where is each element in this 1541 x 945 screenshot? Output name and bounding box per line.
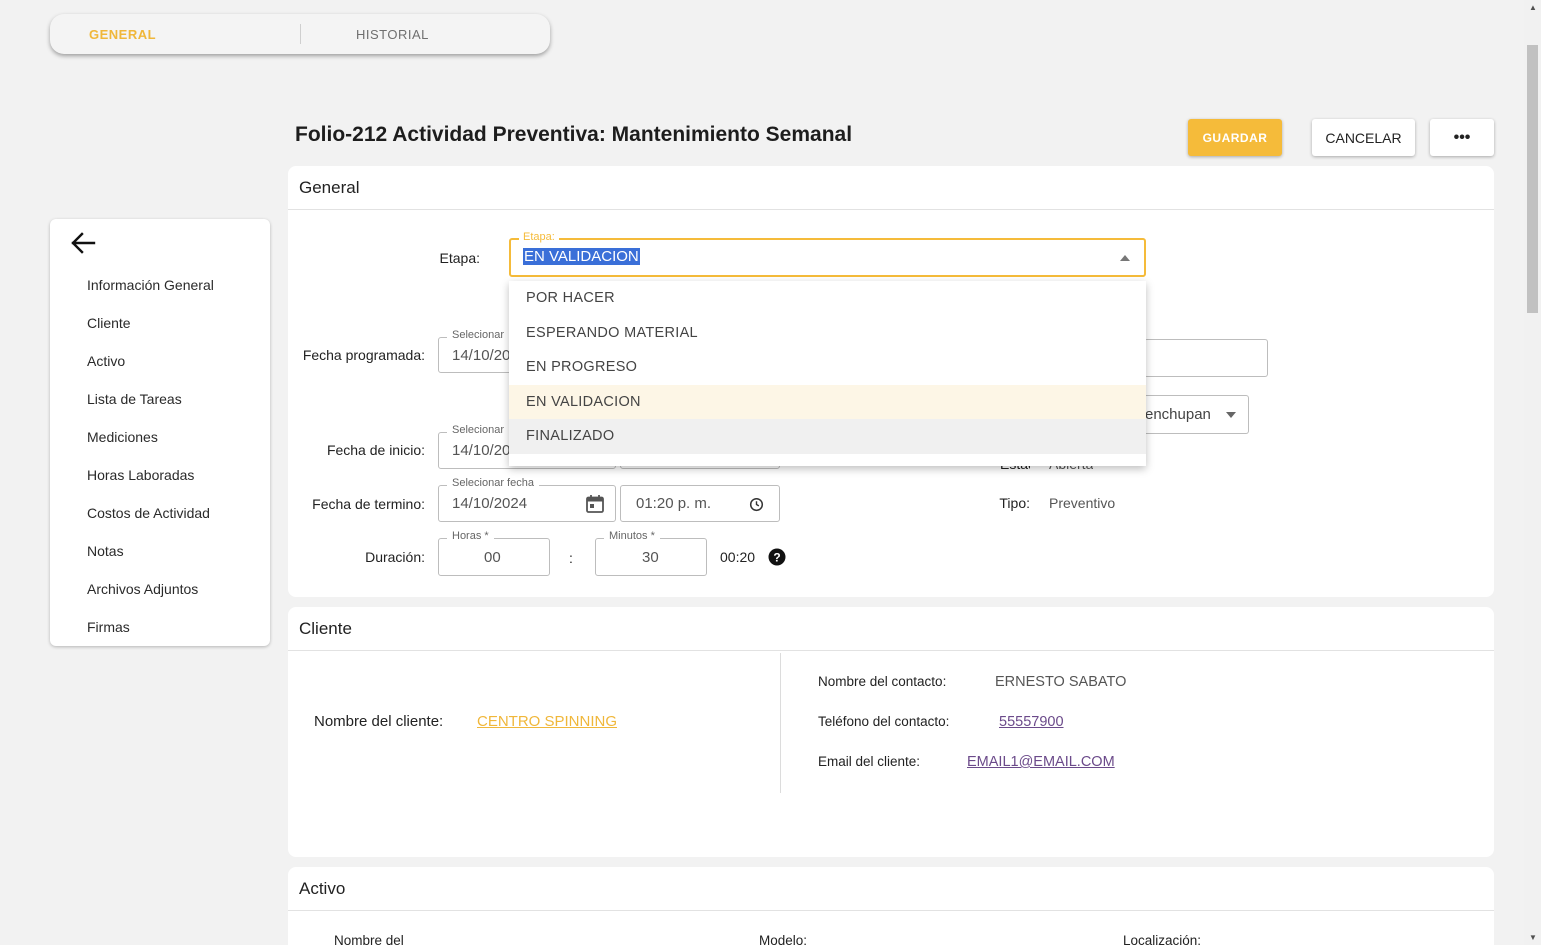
save-button[interactable]: GUARDAR <box>1188 119 1282 156</box>
svg-text:?: ? <box>773 551 780 565</box>
scroll-down-icon[interactable]: ▼ <box>1529 933 1537 942</box>
scroll-thumb[interactable] <box>1527 45 1538 313</box>
etapa-select[interactable]: Etapa: EN VALIDACION <box>509 231 1146 277</box>
fecha-inicio-label: Fecha de inicio: <box>326 442 425 458</box>
cliente-card: Cliente <box>288 607 1494 857</box>
duracion-total: 00:20 <box>720 549 756 565</box>
etapa-selected-value: EN VALIDACION <box>523 248 640 265</box>
contacto-label: Nombre del contacto: <box>818 674 947 689</box>
telefono-label: Teléfono del contacto: <box>818 714 950 729</box>
back-button[interactable] <box>70 231 96 255</box>
cancel-button[interactable]: CANCELAR <box>1312 119 1415 156</box>
cliente-card-title: Cliente <box>288 607 1494 651</box>
tipo-label: Tipo: <box>999 495 1030 511</box>
nav-item-lista-tareas[interactable]: Lista de Tareas <box>50 380 270 418</box>
responsable-value: enchupan <box>1145 406 1211 423</box>
cliente-nombre-link[interactable]: CENTRO SPINNING <box>477 713 617 730</box>
hora-termino-field[interactable]: 01:20 p. m. <box>620 485 780 522</box>
fecha-inicio-legend: Selecionar <box>447 424 509 436</box>
etapa-option-en-validacion[interactable]: EN VALIDACION <box>509 384 1146 419</box>
tab-historial[interactable]: HISTORIAL <box>300 24 550 44</box>
activo-card: Activo <box>288 867 1494 945</box>
activo-localizacion-label: Localización: <box>1123 933 1202 945</box>
caret-down-icon <box>1226 412 1236 418</box>
contacto-value: ERNESTO SABATO <box>995 674 1127 690</box>
tipo-value: Preventivo <box>1049 495 1116 511</box>
duracion-separator: : <box>569 550 573 566</box>
calendar-icon[interactable] <box>585 494 605 514</box>
nav-item-costos-actividad[interactable]: Costos de Actividad <box>50 494 270 532</box>
help-icon[interactable]: ? <box>768 548 786 566</box>
horas-value: 00 <box>484 549 501 566</box>
fecha-programada-legend: Selecionar <box>447 329 509 341</box>
responsable-field[interactable] <box>1144 339 1268 377</box>
nav-item-firmas[interactable]: Firmas <box>50 608 270 646</box>
page-title: Folio-212 Actividad Preventiva: Mantenim… <box>295 123 853 146</box>
nav-item-notas[interactable]: Notas <box>50 532 270 570</box>
horas-legend: Horas * <box>447 530 494 542</box>
fecha-termino-legend: Selecionar fecha <box>447 477 539 489</box>
email-link[interactable]: EMAIL1@EMAIL.COM <box>967 754 1115 770</box>
minutos-legend: Minutos * <box>604 530 660 542</box>
horas-field[interactable]: Horas * 00 <box>438 530 550 576</box>
section-nav: Información General Cliente Activo Lista… <box>50 219 270 646</box>
nav-item-cliente[interactable]: Cliente <box>50 304 270 342</box>
etapa-option-esperando-material[interactable]: ESPERANDO MATERIAL <box>509 316 1146 351</box>
fecha-programada-label: Fecha programada: <box>302 347 425 363</box>
responsable-select[interactable]: enchupan <box>1140 395 1249 434</box>
cliente-nombre-label: Nombre del cliente: <box>314 713 444 730</box>
fecha-termino-field[interactable]: Selecionar fecha 14/10/2024 <box>438 477 616 522</box>
scroll-up-icon[interactable]: ▲ <box>1529 3 1537 12</box>
etapa-option-por-hacer[interactable]: POR HACER <box>509 281 1146 316</box>
fecha-termino-value: 14/10/2024 <box>452 495 528 512</box>
caret-up-icon <box>1120 255 1130 261</box>
activo-modelo-label: Modelo: <box>759 933 808 945</box>
clock-icon[interactable] <box>749 497 764 512</box>
etapa-option-en-progreso[interactable]: EN PROGRESO <box>509 350 1146 385</box>
etapa-option-finalizado[interactable]: FINALIZADO <box>509 419 1146 454</box>
cliente-divider <box>780 653 781 793</box>
nav-item-horas-laboradas[interactable]: Horas Laboradas <box>50 456 270 494</box>
fecha-inicio-value: 14/10/20 <box>452 442 511 459</box>
duracion-label: Duración: <box>365 549 425 565</box>
etapa-label: Etapa: <box>439 250 480 266</box>
nav-item-mediciones[interactable]: Mediciones <box>50 418 270 456</box>
nav-item-archivos-adjuntos[interactable]: Archivos Adjuntos <box>50 570 270 608</box>
fecha-termino-label: Fecha de termino: <box>312 496 425 512</box>
email-label: Email del cliente: <box>818 754 921 769</box>
tab-general[interactable]: GENERAL <box>50 14 300 54</box>
activo-card-title: Activo <box>288 867 1494 911</box>
minutos-value: 30 <box>642 549 659 566</box>
etapa-legend: Etapa: <box>519 231 559 243</box>
telefono-link[interactable]: 55557900 <box>999 714 1064 730</box>
etapa-dropdown: POR HACER ESPERANDO MATERIAL EN PROGRESO… <box>509 281 1146 466</box>
page-scrollbar[interactable]: ▲ ▼ <box>1524 0 1541 945</box>
more-options-button[interactable]: ••• <box>1430 119 1494 156</box>
fecha-programada-value: 14/10/20 <box>452 347 511 364</box>
top-tabs: GENERAL HISTORIAL <box>50 14 550 54</box>
nav-item-informacion-general[interactable]: Información General <box>50 266 270 304</box>
general-card-title: General <box>288 166 1494 210</box>
activo-nombre-label: Nombre del <box>334 933 404 945</box>
hora-termino-value: 01:20 p. m. <box>636 495 712 512</box>
arrow-left-icon <box>71 232 96 254</box>
minutos-field[interactable]: Minutos * 30 <box>595 530 707 576</box>
nav-item-activo[interactable]: Activo <box>50 342 270 380</box>
